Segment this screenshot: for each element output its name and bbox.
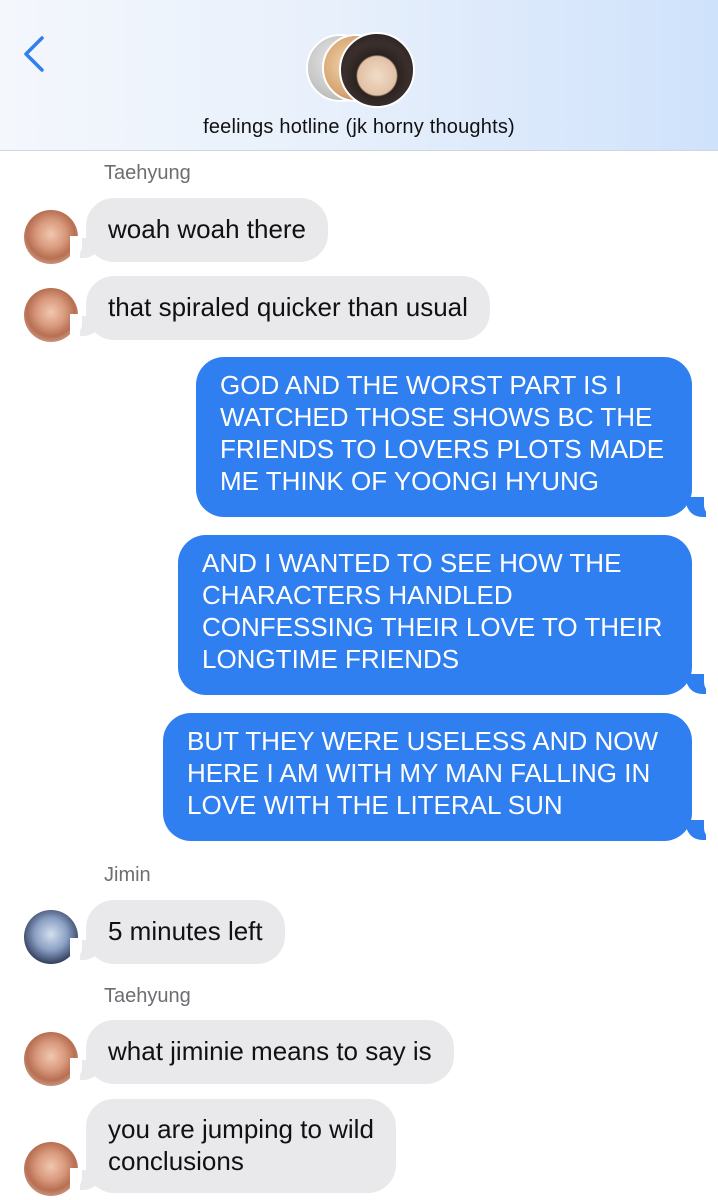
sender-name: Taehyung — [104, 162, 191, 184]
message-bubble-outgoing: AND I WANTED TO SEE HOW THE CHARACTERS H… — [178, 535, 692, 695]
message-line: CHARACTERS HANDLED — [202, 580, 513, 610]
sender-name: Jimin — [104, 864, 151, 886]
message-text: woah woah there — [108, 214, 307, 244]
message-line: FRIENDS TO LOVERS PLOTS MADE — [220, 434, 665, 464]
message-line: AND I WANTED TO SEE HOW THE — [202, 548, 622, 578]
message-bubble-incoming: what jiminie means to say is — [86, 1020, 454, 1084]
message-text: what jiminie means to say is — [108, 1036, 432, 1066]
chat-header: feelings hotline (jk horny thoughts) — [0, 0, 718, 151]
back-button[interactable] — [18, 34, 54, 74]
message-bubble-incoming: you are jumping to wild conclusions — [86, 1099, 396, 1193]
message-line: GOD AND THE WORST PART IS I — [220, 370, 623, 400]
message-line: LONGTIME FRIENDS — [202, 644, 460, 674]
message-line: BUT THEY WERE USELESS AND NOW — [187, 726, 658, 756]
message-text: that spiraled quicker than usual — [108, 292, 468, 322]
message-bubble-outgoing: GOD AND THE WORST PART IS I WATCHED THOS… — [196, 357, 692, 517]
group-avatars[interactable] — [306, 32, 416, 108]
message-bubble-incoming: 5 minutes left — [86, 900, 285, 964]
chevron-left-icon — [24, 36, 44, 72]
message-line: conclusions — [108, 1146, 244, 1176]
message-bubble-incoming: woah woah there — [86, 198, 329, 262]
sender-name: Taehyung — [104, 985, 191, 1007]
avatar — [339, 32, 415, 108]
message-line: WATCHED THOSE SHOWS BC THE — [220, 402, 653, 432]
message-line: ME THINK OF YOONGI HYUNG — [220, 466, 599, 496]
message-line: CONFESSING THEIR LOVE TO THEIR — [202, 612, 663, 642]
message-line: HERE I AM WITH MY MAN FALLING IN — [187, 758, 651, 788]
message-text: 5 minutes left — [108, 916, 263, 946]
message-bubble-outgoing: BUT THEY WERE USELESS AND NOW HERE I AM … — [163, 713, 692, 841]
message-line: you are jumping to wild — [108, 1114, 374, 1144]
message-line: LOVE WITH THE LITERAL SUN — [187, 790, 563, 820]
message-bubble-incoming: that spiraled quicker than usual — [86, 276, 490, 340]
chat-title[interactable]: feelings hotline (jk horny thoughts) — [0, 116, 718, 139]
